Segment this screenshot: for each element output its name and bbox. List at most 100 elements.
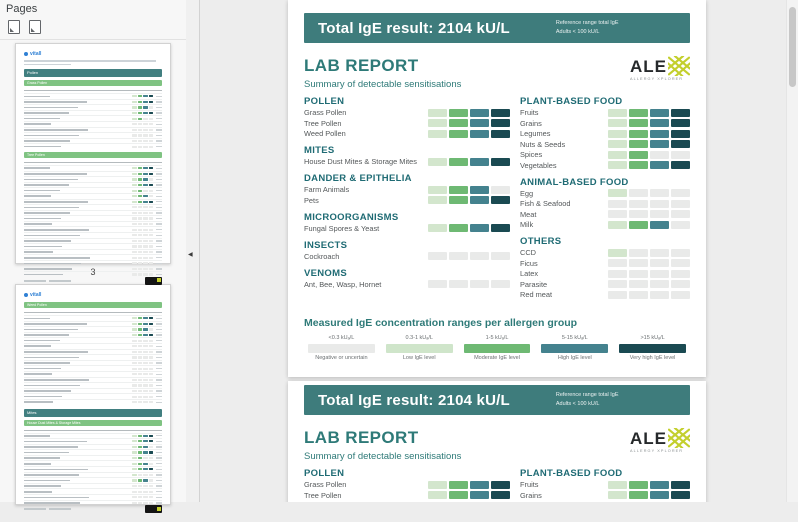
thumb-row-label: [24, 474, 79, 476]
thumb-ige-segment: [132, 234, 137, 236]
allergen-row: Fruits: [520, 480, 690, 491]
thumb-ige-segment: [138, 223, 143, 225]
ige-level-segment: [671, 140, 690, 148]
ige-level-bar: [608, 140, 690, 148]
thumb-row-value: [156, 229, 162, 230]
thumb-ige-segment: [138, 134, 143, 136]
thumb-ige-segment: [143, 190, 148, 192]
thumb-row-label: [24, 179, 78, 181]
thumb-ige-segment: [138, 502, 143, 504]
thumb-ige-segment: [149, 457, 154, 459]
legend-label: Negative or uncertain: [308, 355, 375, 361]
thumb-ige-segment: [149, 229, 154, 231]
thumb-ige-segment: [149, 446, 154, 448]
thumb-table-row: [24, 143, 162, 149]
thumb-ige-bar: [132, 440, 153, 442]
ige-level-bar: [608, 151, 690, 159]
allergen-label: Grass Pollen: [304, 108, 428, 117]
allergen-label: Parasite: [520, 280, 608, 289]
allergen-row: Egg: [520, 188, 690, 199]
thumb-row-label: [24, 396, 62, 398]
thumb-ige-bar: [132, 129, 153, 131]
thumb-ige-segment: [149, 390, 154, 392]
thumb-ige-bar: [132, 95, 153, 97]
thumb-ige-bar: [132, 206, 153, 208]
legend-range: >15 kUₐ/L: [619, 335, 686, 341]
thumb-ige-segment: [138, 167, 143, 169]
thumb-row-label: [24, 173, 87, 175]
ige-level-segment: [671, 130, 690, 138]
page-tool-icon-1[interactable]: [8, 20, 20, 34]
thumb-ige-segment: [149, 245, 154, 247]
thumb-ige-bar: [132, 112, 153, 114]
thumb-row-label: [24, 107, 78, 109]
ige-level-segment: [671, 291, 690, 299]
ige-level-bar: [428, 252, 510, 260]
ige-level-segment: [671, 210, 690, 218]
allergen-row: Parasite: [520, 279, 690, 290]
ige-level-segment: [608, 109, 627, 117]
alex-logo-text: ALE: [630, 430, 667, 447]
thumb-ige-segment: [138, 190, 143, 192]
ige-level-segment: [629, 259, 648, 267]
thumb-ige-segment: [132, 384, 137, 386]
thumb-ige-bar: [132, 356, 153, 358]
thumb-ige-segment: [149, 368, 154, 370]
thumb-ige-segment: [143, 340, 148, 342]
collapse-sidebar-button[interactable]: ◀: [188, 250, 193, 260]
report-heading: LAB REPORT Summary of detectable sensiti…: [304, 428, 461, 462]
ige-level-segment: [470, 481, 489, 489]
thumb-ige-segment: [143, 379, 148, 381]
thumb-row-label: [24, 135, 79, 137]
category-title: DANDER & EPITHELIA: [304, 174, 510, 184]
ige-level-segment: [428, 491, 447, 499]
page-thumbnail[interactable]: vitallPollenGrass PollenTree Pollen: [15, 43, 171, 264]
thumb-ige-segment: [143, 440, 148, 442]
thumb-row-value: [156, 435, 162, 436]
thumb-ige-segment: [138, 356, 143, 358]
scrollbar-thumb[interactable]: [789, 7, 796, 87]
thumb-ige-segment: [132, 457, 137, 459]
thumb-ige-bar: [132, 396, 153, 398]
scrollbar[interactable]: [786, 0, 798, 502]
page-thumbnail[interactable]: vitallWeed PollenMitesHouse Dust Mites &…: [15, 284, 171, 505]
thumb-ige-segment: [149, 401, 154, 403]
thumb-ige-segment: [138, 479, 143, 481]
thumb-row-value: [156, 140, 162, 141]
allergen-row: CCD: [520, 248, 690, 259]
document-page-1: Total IgE result: 2104 kU/L Reference ra…: [288, 0, 706, 377]
thumb-ige-segment: [132, 468, 137, 470]
ige-level-segment: [650, 140, 669, 148]
ige-level-segment: [608, 210, 627, 218]
thumb-row-value: [156, 396, 162, 397]
thumb-ige-segment: [138, 345, 143, 347]
ige-level-segment: [608, 270, 627, 278]
thumb-row-label: [24, 146, 61, 148]
ige-level-bar: [608, 210, 690, 218]
ige-level-segment: [671, 119, 690, 127]
thumb-row-label: [24, 195, 51, 197]
thumb-row-label: [24, 229, 89, 231]
thumb-ige-segment: [149, 463, 154, 465]
alex-logo: ALE ALLERGY XPLORER: [630, 430, 690, 453]
thumb-row-label: [24, 446, 78, 448]
thumb-ige-segment: [143, 485, 148, 487]
alex-footer-logo: [145, 505, 162, 513]
thumb-ige-segment: [143, 362, 148, 364]
thumb-ige-segment: [143, 118, 148, 120]
thumb-row-label: [24, 323, 87, 325]
legend-swatch: [386, 344, 453, 353]
thumb-ige-segment: [132, 496, 137, 498]
thumb-section-header: Mites: [24, 409, 162, 417]
thumb-ige-bar: [132, 251, 153, 253]
ige-level-segment: [608, 151, 627, 159]
page-tool-icon-2[interactable]: [29, 20, 41, 34]
thumb-ige-segment: [143, 356, 148, 358]
ige-level-segment: [449, 119, 468, 127]
allergen-label: Red meat: [520, 290, 608, 299]
ige-level-segment: [650, 491, 669, 499]
reference-range: Reference range total IgE Adults < 100 k…: [556, 391, 619, 409]
thumb-row-value: [156, 240, 162, 241]
ige-level-segment: [629, 280, 648, 288]
vitall-logo-icon: [24, 52, 28, 56]
